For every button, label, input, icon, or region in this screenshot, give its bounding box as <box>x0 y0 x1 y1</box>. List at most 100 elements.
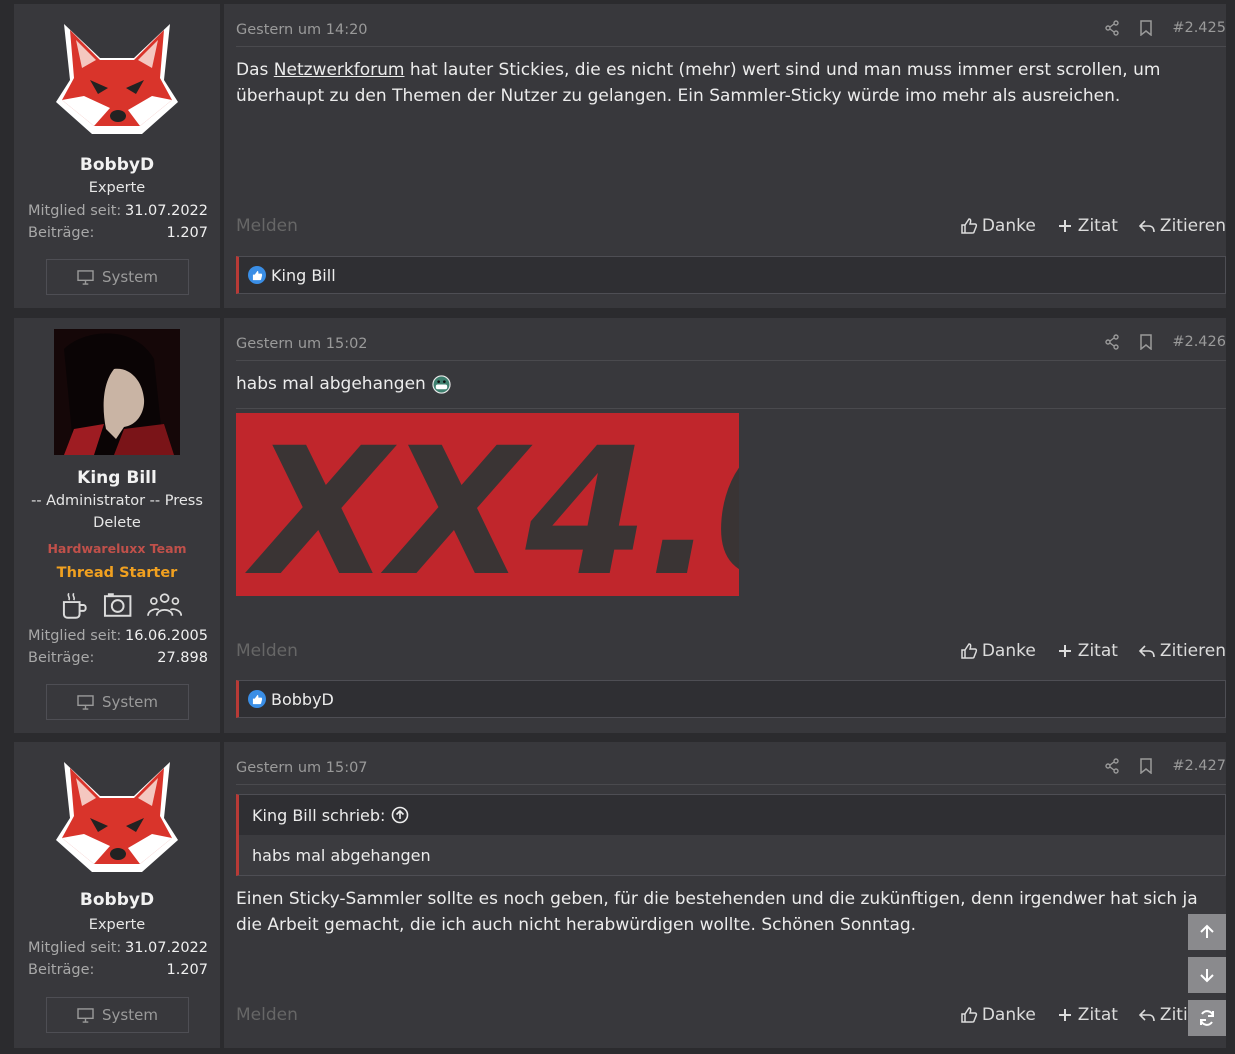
reaction-users[interactable]: BobbyD <box>271 690 334 709</box>
bookmark-icon[interactable] <box>1138 334 1154 350</box>
posts-value: 1.207 <box>166 225 208 241</box>
joined-label: Mitglied seit: <box>28 203 122 219</box>
message-panel: Gestern um 14:20 #2.425 Das Netzwerkforu… <box>224 4 1226 308</box>
user-title: Experte <box>88 917 146 933</box>
netzwerkforum-link[interactable]: Netzwerkforum <box>274 60 405 80</box>
system-label: System <box>102 268 158 286</box>
post-actions: Melden Danke Zitat Zitieren <box>236 641 1226 665</box>
system-button[interactable]: System <box>46 997 189 1033</box>
username[interactable]: King Bill <box>14 468 220 488</box>
header-divider <box>236 46 1226 47</box>
posts-stat: Beiträge: 1.207 <box>28 962 208 984</box>
scroll-bottom-button[interactable] <box>1188 957 1226 993</box>
system-label: System <box>102 693 158 711</box>
joined-stat: Mitglied seit: 31.07.2022 <box>28 203 208 225</box>
refresh-button[interactable] <box>1188 1000 1226 1036</box>
reply-label: Zitieren <box>1159 216 1226 236</box>
coffee-icon[interactable] <box>60 590 89 620</box>
fox-avatar[interactable] <box>54 756 180 882</box>
joined-stat: Mitglied seit: 16.06.2005 <box>28 628 208 650</box>
posts-value: 1.207 <box>166 962 208 978</box>
plus-icon <box>1058 645 1071 657</box>
monitor-icon <box>77 1007 94 1023</box>
user-title: Experte <box>88 180 146 196</box>
post-header-tools: #2.425 <box>1104 20 1226 36</box>
plus-icon <box>1058 220 1071 232</box>
bookmark-icon[interactable] <box>1138 758 1154 774</box>
team-banner: Hardwareluxx Team <box>47 541 187 556</box>
camera-icon[interactable] <box>103 590 132 620</box>
like-reaction-icon <box>248 690 266 708</box>
arrow-down-icon <box>1200 969 1214 983</box>
reactions-bar[interactable]: King Bill <box>236 256 1226 294</box>
trophy-icons <box>60 590 182 620</box>
post-body: Einen Sticky-Sammler sollte es noch gebe… <box>236 889 1198 935</box>
user-panel: King Bill -- Administrator -- Press Dele… <box>14 318 220 733</box>
post-date[interactable]: Gestern um 14:20 <box>236 22 368 38</box>
quote-author: King Bill schrieb: <box>252 805 386 825</box>
like-button[interactable]: Danke <box>960 216 1036 236</box>
share-icon[interactable] <box>1104 20 1120 36</box>
system-button[interactable]: System <box>46 259 189 295</box>
report-link[interactable]: Melden <box>236 641 298 661</box>
quote-header[interactable]: King Bill schrieb: <box>239 795 1225 835</box>
reply-button[interactable]: Zitieren <box>1138 641 1226 661</box>
image-text: XX4.0 <box>245 413 739 596</box>
thumbs-up-icon <box>961 643 977 659</box>
like-button[interactable]: Danke <box>960 641 1036 661</box>
username[interactable]: BobbyD <box>14 155 220 175</box>
body-divider <box>236 408 1226 409</box>
arrow-up-icon <box>1200 924 1214 938</box>
system-label: System <box>102 1006 158 1024</box>
reply-icon <box>1138 220 1155 233</box>
multiquote-button[interactable]: Zitat <box>1056 216 1118 236</box>
monitor-icon <box>77 269 94 285</box>
username[interactable]: BobbyD <box>14 890 220 910</box>
reaction-users[interactable]: King Bill <box>271 266 336 285</box>
system-button[interactable]: System <box>46 684 189 720</box>
joined-value: 31.07.2022 <box>124 940 208 956</box>
post-date[interactable]: Gestern um 15:07 <box>236 760 368 776</box>
body-text: habs mal abgehangen <box>236 374 426 394</box>
message-panel: Gestern um 15:02 #2.426 habs mal abgehan… <box>224 318 1226 733</box>
multiquote-button[interactable]: Zitat <box>1056 1005 1118 1025</box>
thumbs-up-icon <box>961 218 977 234</box>
post-actions: Melden Danke Zitat Zitieren <box>236 216 1226 240</box>
reactions-bar[interactable]: BobbyD <box>236 680 1226 718</box>
post-2426: King Bill -- Administrator -- Press Dele… <box>14 318 1226 733</box>
post-number[interactable]: #2.425 <box>1172 20 1226 36</box>
multiquote-button[interactable]: Zitat <box>1056 641 1118 661</box>
header-divider <box>236 784 1226 785</box>
post-header-tools: #2.427 <box>1104 758 1226 774</box>
post-number[interactable]: #2.427 <box>1172 758 1226 774</box>
refresh-icon <box>1200 1010 1214 1026</box>
arrow-up-circle-icon[interactable] <box>391 806 409 824</box>
xx40-image[interactable]: XX4.0 <box>236 413 739 596</box>
multiquote-label: Zitat <box>1077 641 1118 661</box>
like-label: Danke <box>981 216 1036 236</box>
posts-stat: Beiträge: 1.207 <box>28 225 208 247</box>
header-divider <box>236 360 1226 361</box>
king-bill-avatar[interactable] <box>54 329 180 455</box>
fox-avatar[interactable] <box>54 18 180 144</box>
joined-value: 16.06.2005 <box>124 628 208 644</box>
thumbs-up-icon <box>961 1007 977 1023</box>
joined-stat: Mitglied seit: 31.07.2022 <box>28 940 208 962</box>
community-icon[interactable] <box>146 590 182 620</box>
post-number[interactable]: #2.426 <box>1172 334 1226 350</box>
scroll-top-button[interactable] <box>1188 914 1226 950</box>
reply-button[interactable]: Zitieren <box>1138 216 1226 236</box>
joined-label: Mitglied seit: <box>28 628 122 644</box>
share-icon[interactable] <box>1104 758 1120 774</box>
like-button[interactable]: Danke <box>960 1005 1036 1025</box>
share-icon[interactable] <box>1104 334 1120 350</box>
message-panel: Gestern um 15:07 #2.427 King Bill schrie… <box>224 742 1226 1048</box>
reply-icon <box>1138 1009 1155 1022</box>
user-title: -- Administrator -- Press Delete <box>31 493 203 531</box>
report-link[interactable]: Melden <box>236 216 298 236</box>
plus-icon <box>1058 1009 1071 1021</box>
bookmark-icon[interactable] <box>1138 20 1154 36</box>
report-link[interactable]: Melden <box>236 1005 298 1025</box>
posts-label: Beiträge: <box>28 962 95 978</box>
post-date[interactable]: Gestern um 15:02 <box>236 336 368 352</box>
